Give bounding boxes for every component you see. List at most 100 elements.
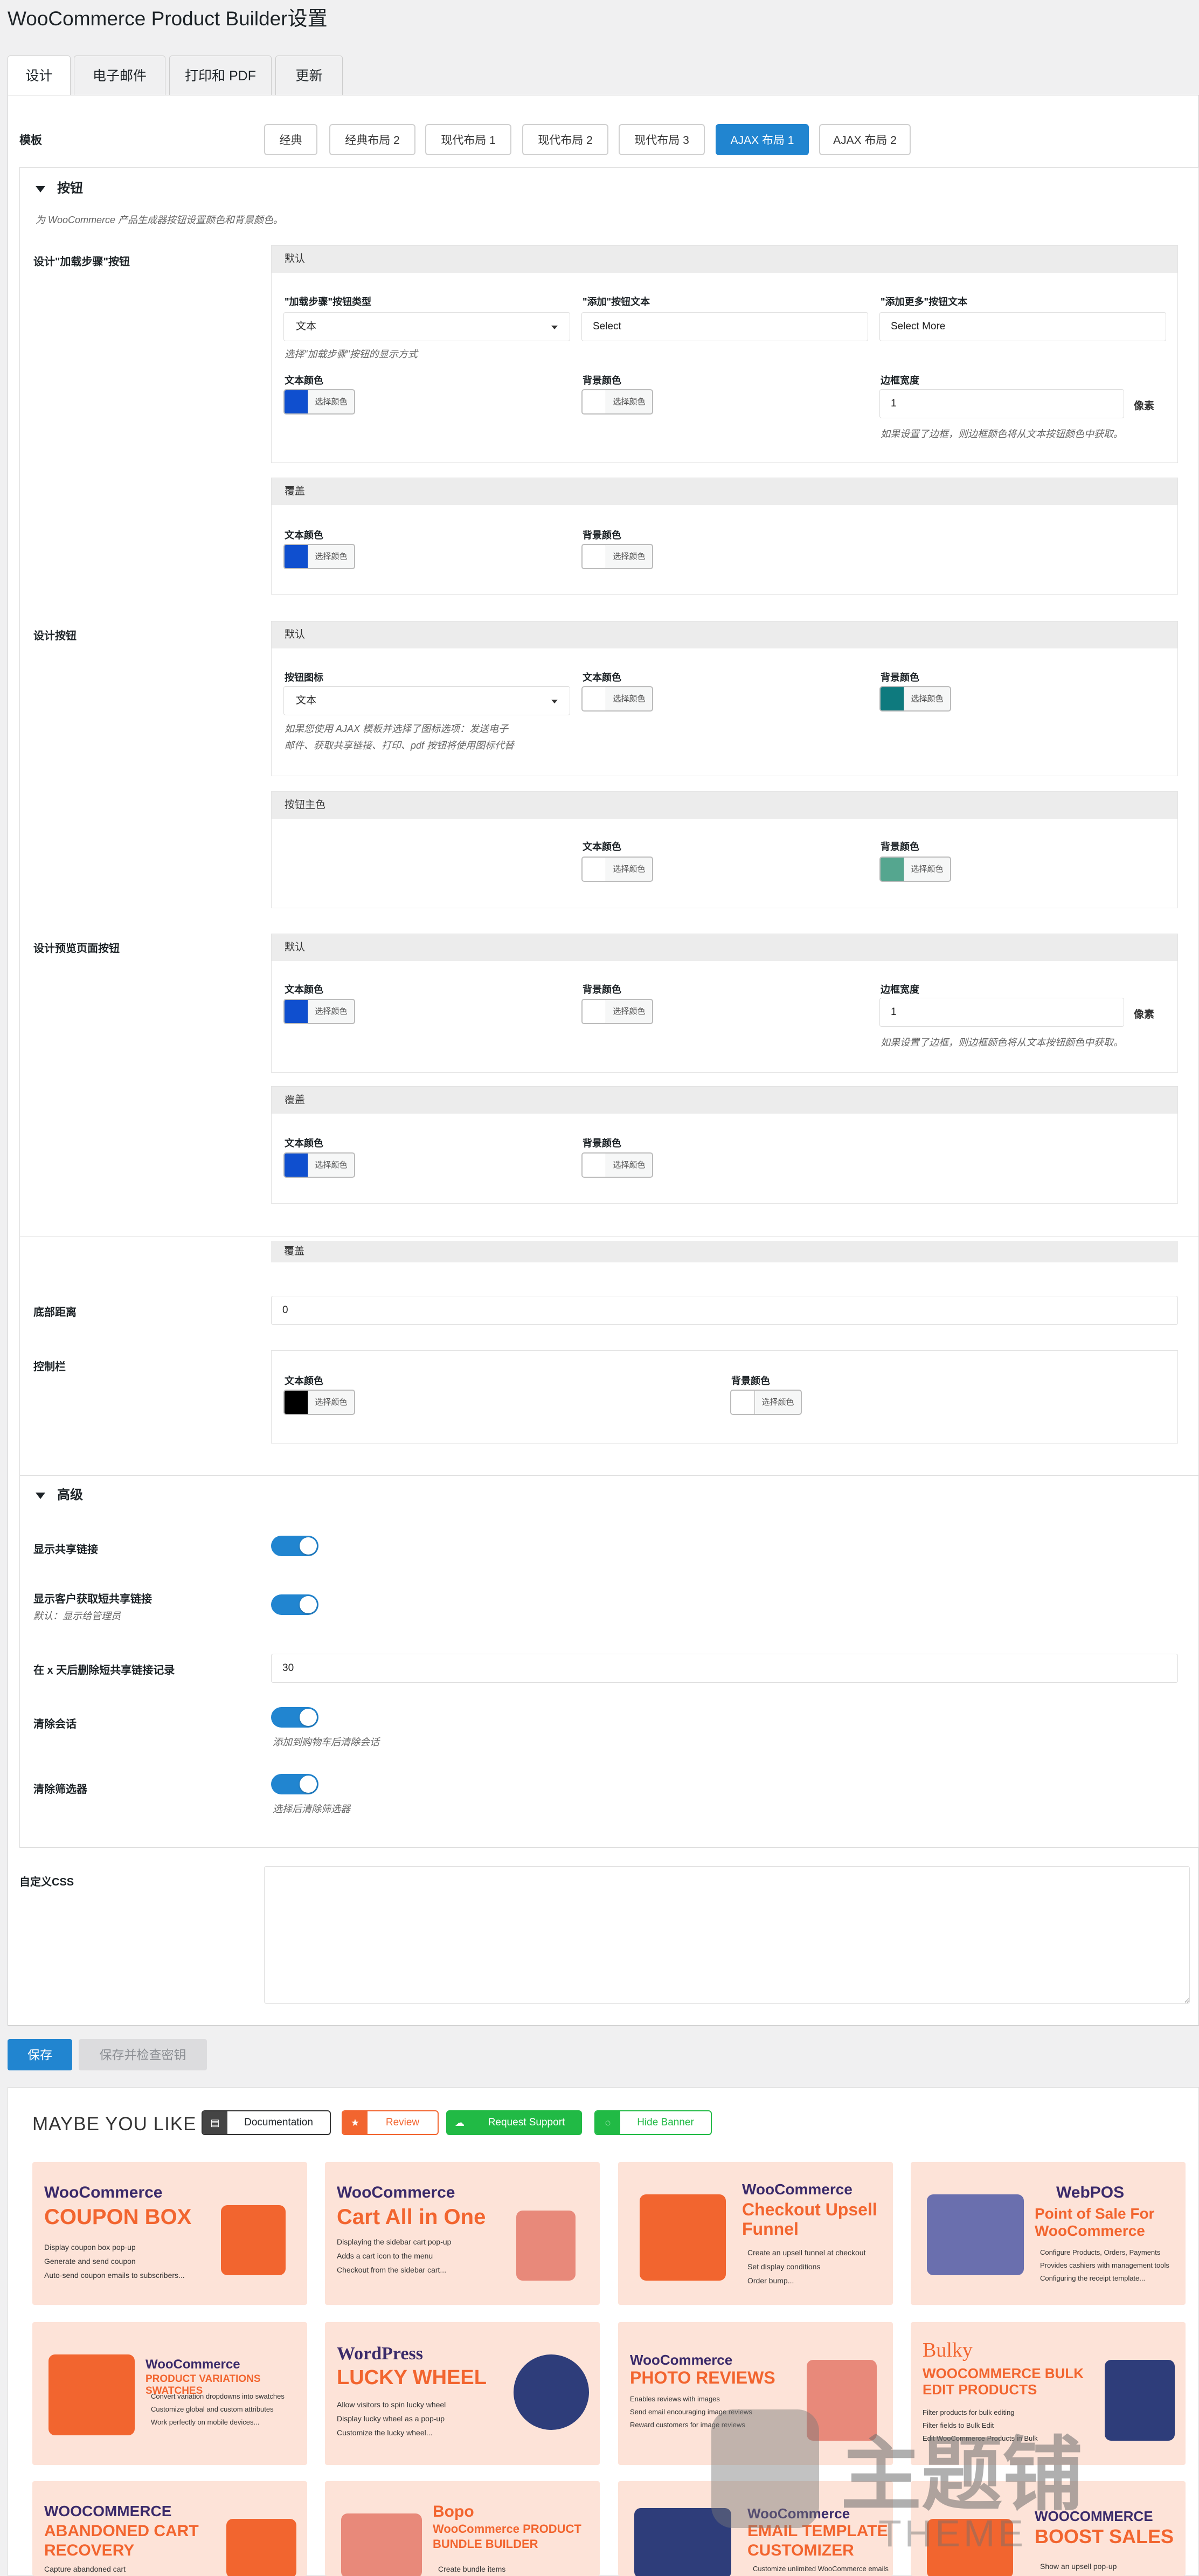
hover-text-color-picker[interactable]: 选择颜色: [283, 544, 355, 569]
card-line2: Point of Sale For WooCommerce: [1035, 2205, 1155, 2239]
primary-bg-color-picker[interactable]: 选择颜色: [879, 857, 951, 882]
banner-title: MAYBE YOU LIKE: [32, 2114, 197, 2135]
card-line2: LUCKY WHEEL: [337, 2366, 487, 2389]
panel-heading: 默认: [272, 246, 1177, 273]
product-card-abandoned-cart[interactable]: WOOCOMMERCE ABANDONED CART RECOVERY Capt…: [32, 2481, 307, 2576]
custom-css-textarea[interactable]: [264, 1866, 1190, 2004]
load-step-type-select[interactable]: 文本: [283, 312, 570, 341]
add-text-input[interactable]: Select: [581, 312, 868, 341]
product-card-cart-all-in-one[interactable]: WooCommerce Cart All in One Displaying t…: [325, 2162, 600, 2305]
buttons-section-toggle[interactable]: 按钮: [36, 177, 83, 196]
panel-heading: 覆盖: [272, 478, 1177, 505]
bg-color-picker[interactable]: 选择颜色: [879, 686, 951, 712]
product-card-lucky-wheel[interactable]: WordPress LUCKY WHEEL Allow visitors to …: [325, 2322, 600, 2465]
control-bar-panel: 文本颜色 选择颜色 背景颜色 选择颜色: [271, 1350, 1178, 1444]
primary-text-color-picker[interactable]: 选择颜色: [581, 857, 653, 882]
border-width-label: 边框宽度: [881, 375, 919, 386]
advanced-section-toggle[interactable]: 高级: [36, 1484, 83, 1503]
pick-color-label: 选择颜色: [315, 1398, 348, 1407]
bg-color-picker[interactable]: 选择颜色: [581, 999, 653, 1024]
template-option-classic-2[interactable]: 经典布局 2: [329, 124, 415, 155]
text-color-label: 文本颜色: [583, 672, 621, 683]
clear-filter-toggle[interactable]: [271, 1774, 318, 1794]
bg-color-label: 背景颜色: [881, 841, 919, 852]
delete-days-input[interactable]: 30: [271, 1654, 1178, 1683]
documentation-button[interactable]: ▤ Documentation: [202, 2110, 331, 2135]
bg-color-label: 背景颜色: [881, 672, 919, 683]
customer-share-toggle[interactable]: [271, 1594, 318, 1615]
review-label: Review: [385, 2117, 420, 2128]
product-card-variation-swatches[interactable]: WooCommerce PRODUCT VARIATIONS SWATCHES …: [32, 2322, 307, 2465]
funnel-illustration: [640, 2194, 726, 2281]
hover-bg-color-picker[interactable]: 选择颜色: [581, 544, 653, 569]
template-option-classic[interactable]: 经典: [264, 124, 317, 155]
tab-design[interactable]: 设计: [8, 56, 71, 96]
add-more-text-input[interactable]: Select More: [879, 312, 1166, 341]
icon-help: 如果您使用 AJAX 模板并选择了图标选项：发送电子邮件、获取共享链接、打印、p…: [285, 723, 515, 751]
pick-color-label: 选择颜色: [613, 694, 646, 703]
card-item: Convert variation dropdowns into swatche…: [151, 2392, 285, 2400]
text-color-label: 文本颜色: [285, 984, 323, 995]
hover-text-color-picker[interactable]: 选择颜色: [283, 1152, 355, 1178]
bg-color-picker[interactable]: 选择颜色: [581, 389, 653, 415]
hover-bg-color-picker[interactable]: 选择颜色: [581, 1152, 653, 1178]
card-line1: Bulky: [923, 2339, 973, 2361]
color-swatch: [285, 1391, 308, 1414]
pick-color-label: 选择颜色: [613, 1161, 646, 1170]
clear-session-toggle[interactable]: [271, 1707, 318, 1728]
preview-button-hover-panel: 覆盖 文本颜色 选择颜色 背景颜色 选择颜色: [271, 1086, 1178, 1204]
product-card-checkout-upsell-funnel[interactable]: WooCommerce Checkout Upsell Funnel Creat…: [618, 2162, 893, 2305]
color-swatch: [583, 1154, 606, 1177]
pick-color-label: 选择颜色: [613, 865, 646, 874]
tab-print-pdf[interactable]: 打印和 PDF: [169, 56, 272, 95]
border-width-input[interactable]: 1: [879, 389, 1124, 418]
load-step-default-panel: 默认 "加载步骤"按钮类型 文本 选择"加载步骤"按钮的显示方式 "添加"按钮文…: [271, 245, 1178, 463]
save-check-key-button[interactable]: 保存并检查密钥: [79, 2039, 207, 2070]
cart-illustration: [516, 2211, 576, 2281]
product-card-webpos[interactable]: WebPOS Point of Sale For WooCommerce Con…: [911, 2162, 1186, 2305]
template-option-ajax-1[interactable]: AJAX 布局 1: [716, 124, 809, 155]
pick-color-label: 选择颜色: [911, 865, 944, 874]
eye-slash-icon: ◌: [595, 2111, 620, 2134]
border-width-input[interactable]: 1: [879, 998, 1124, 1027]
pos-illustration: [927, 2194, 1024, 2275]
text-color-picker[interactable]: 选择颜色: [283, 999, 355, 1024]
card-line2: PHOTO REVIEWS: [630, 2368, 775, 2387]
card-item: Create bundle items: [438, 2565, 506, 2573]
swatches-illustration: [48, 2354, 135, 2435]
button-icon-select[interactable]: 文本: [283, 686, 570, 715]
show-share-label: 显示共享链接: [33, 1544, 98, 1556]
template-option-modern-3[interactable]: 现代布局 3: [619, 124, 705, 155]
template-option-ajax-2[interactable]: AJAX 布局 2: [819, 124, 911, 155]
clear-filter-label: 清除筛选器: [33, 1784, 87, 1795]
review-button[interactable]: ★ Review: [342, 2110, 439, 2135]
hide-banner-button[interactable]: ◌ Hide Banner: [594, 2110, 712, 2135]
card-line1: WOOCOMMERCE: [44, 2503, 172, 2519]
card-item: Work perfectly on mobile devices...: [151, 2418, 260, 2426]
pick-color-label: 选择颜色: [613, 1007, 646, 1016]
caret-down-icon: [36, 185, 45, 192]
template-option-modern-2[interactable]: 现代布局 2: [522, 124, 608, 155]
pick-color-label: 选择颜色: [613, 552, 646, 561]
product-card-bopo[interactable]: Bopo WooCommerce PRODUCT BUNDLE BUILDER …: [325, 2481, 600, 2576]
pick-color-label: 选择颜色: [911, 694, 944, 703]
control-bar-bg-color-picker[interactable]: 选择颜色: [730, 1390, 802, 1415]
template-option-modern-1[interactable]: 现代布局 1: [425, 124, 511, 155]
save-button[interactable]: 保存: [8, 2039, 72, 2070]
text-color-picker[interactable]: 选择颜色: [581, 686, 653, 712]
show-share-toggle[interactable]: [271, 1536, 318, 1556]
text-color-picker[interactable]: 选择颜色: [283, 389, 355, 415]
bottom-distance-input[interactable]: 0: [271, 1296, 1178, 1325]
tab-update[interactable]: 更新: [275, 56, 343, 95]
tab-email[interactable]: 电子邮件: [74, 56, 165, 95]
control-bar-text-color-picker[interactable]: 选择颜色: [283, 1390, 355, 1415]
product-card-coupon-box[interactable]: WooCommerce COUPON BOX Display coupon bo…: [32, 2162, 307, 2305]
text-color-label: 文本颜色: [285, 1376, 323, 1386]
request-support-button[interactable]: ☁ Request Support: [446, 2110, 582, 2135]
design-button-label: 设计按钮: [33, 630, 77, 642]
star-icon: ★: [343, 2111, 368, 2134]
card-item: Configure Products, Orders, Payments: [1040, 2248, 1161, 2256]
card-line2: ABANDONED CART RECOVERY: [44, 2522, 199, 2559]
card-item: Create an upsell funnel at checkout: [747, 2248, 866, 2257]
customer-share-sub: 默认：显示给管理员: [33, 1611, 121, 1621]
